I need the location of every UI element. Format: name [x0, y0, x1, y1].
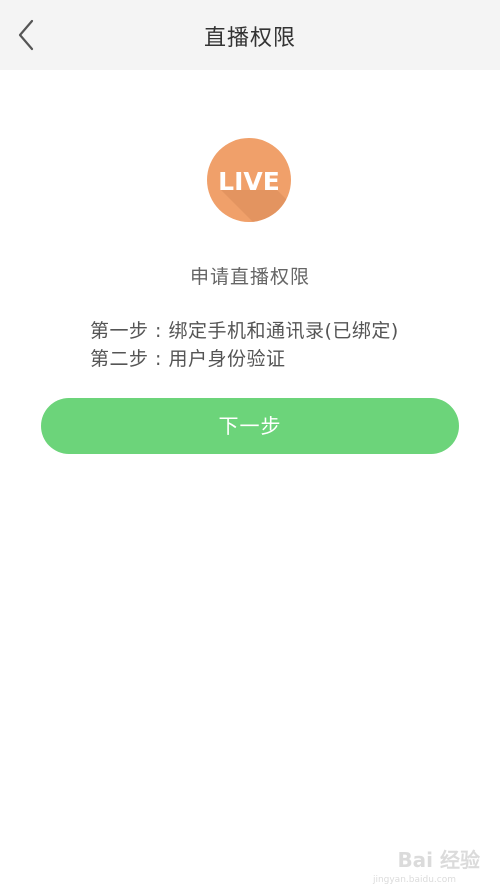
- steps-list: 第一步 : 绑定手机和通讯录(已绑定) 第二步 : 用户身份验证: [90, 317, 399, 373]
- page-title: 直播权限: [203, 26, 296, 51]
- live-logo-text: LIVE: [218, 167, 280, 196]
- step-item: 第一步 : 绑定手机和通讯录(已绑定): [90, 320, 399, 342]
- step-item: 第二步 : 用户身份验证: [90, 348, 286, 370]
- watermark-logo: Bai 经验: [397, 848, 480, 872]
- header-bar: 直播权限: [0, 0, 500, 70]
- apply-title: 申请直播权限: [189, 266, 310, 288]
- live-logo: LIVE: [207, 138, 291, 222]
- watermark-url: jingyan.baidu.com: [372, 875, 456, 885]
- next-step-button[interactable]: 下一步: [41, 398, 459, 454]
